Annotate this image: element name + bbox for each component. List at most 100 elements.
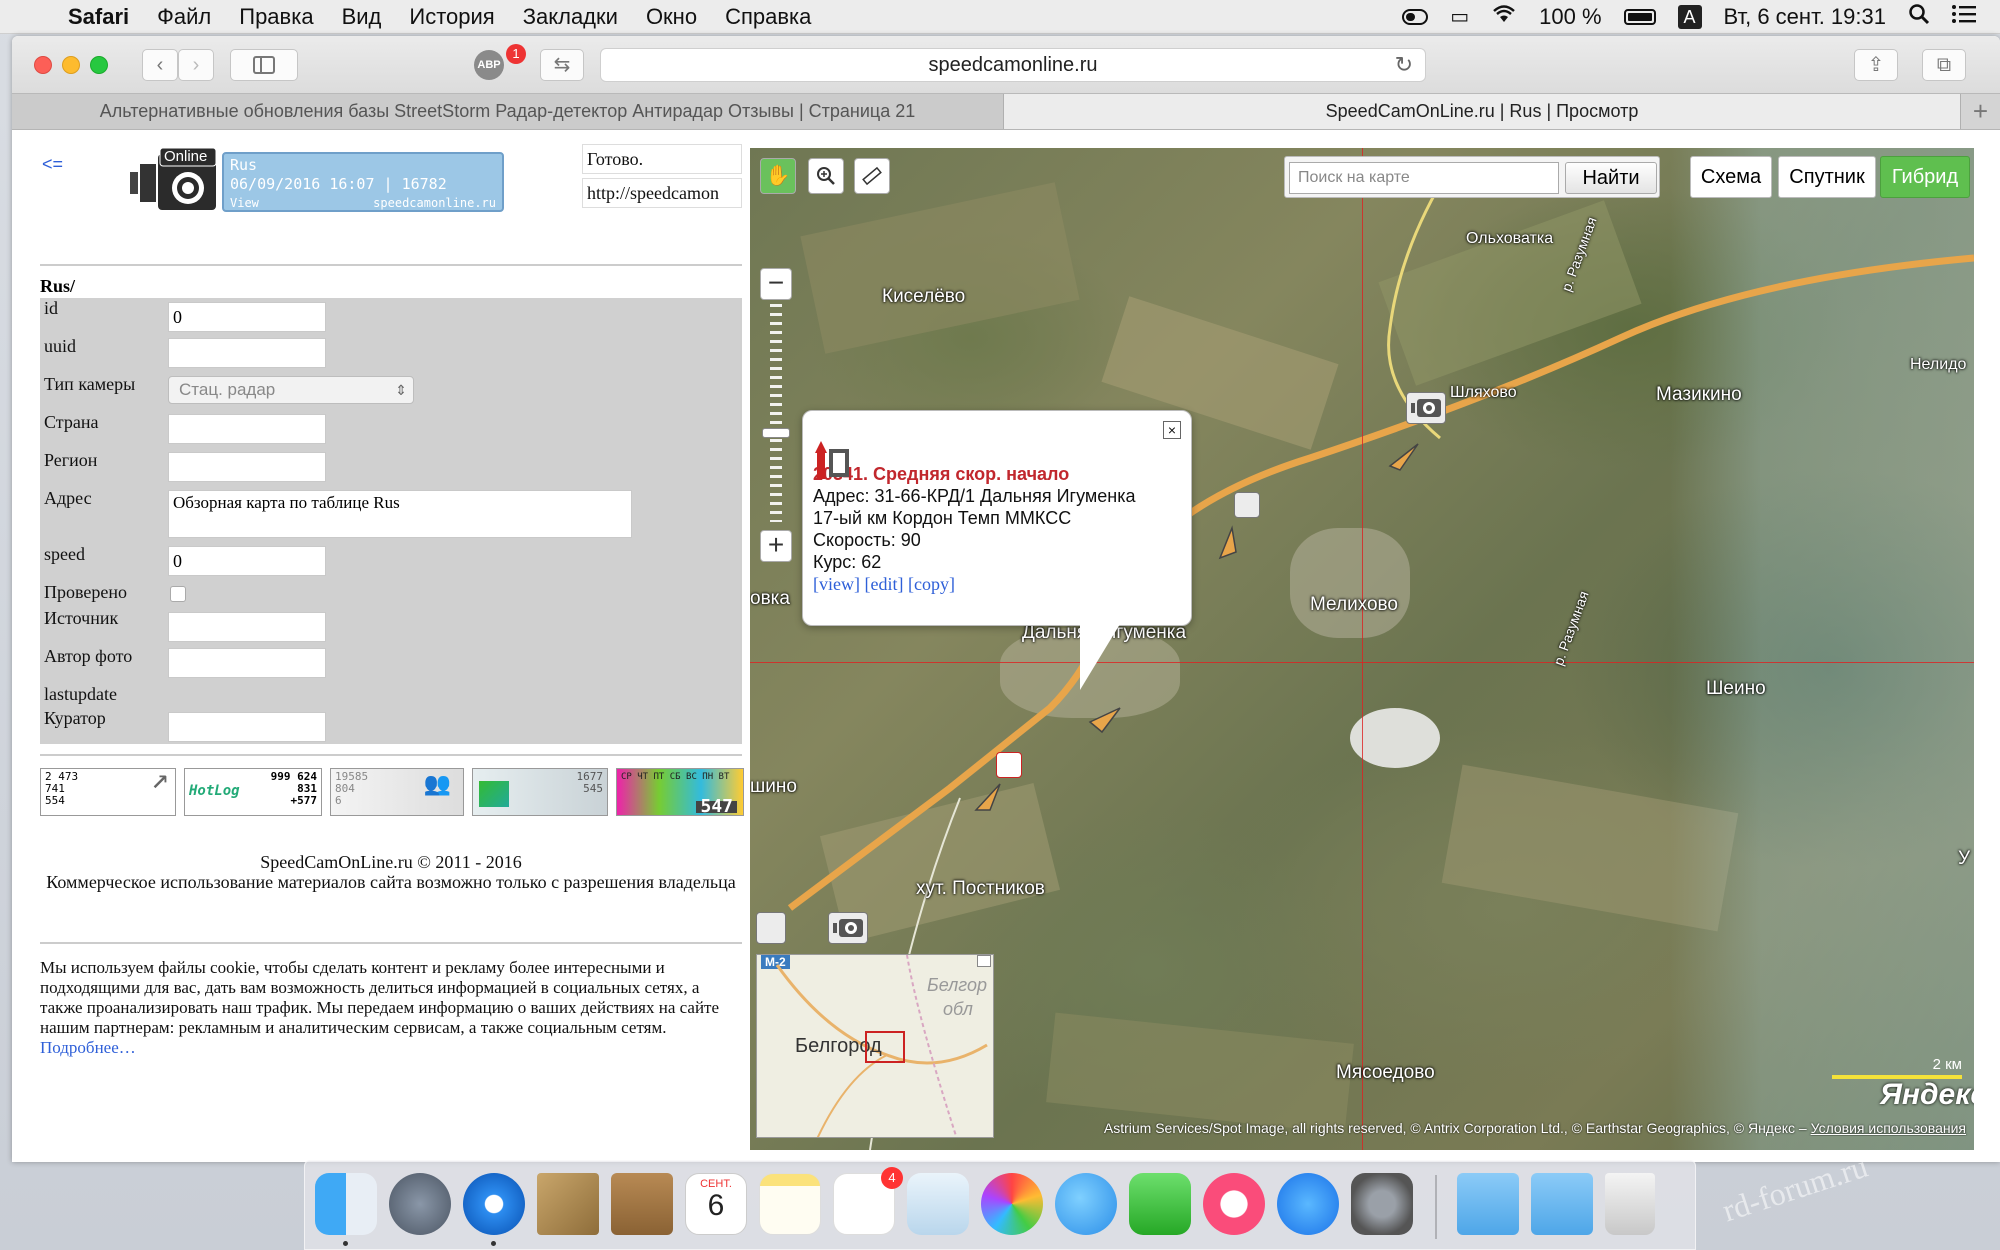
minimap-viewport-rect[interactable]	[865, 1031, 905, 1063]
menu-history[interactable]: История	[395, 4, 508, 30]
map-attribution: Astrium Services/Spot Image, all rights …	[1000, 1120, 1974, 1136]
site-logo[interactable]: Online Rus 06/09/2016 16:07 | 16782 View…	[130, 147, 506, 216]
contacts-icon[interactable]	[611, 1173, 673, 1235]
zoom-area-icon[interactable]	[808, 158, 844, 194]
map-type-scheme[interactable]: Схема	[1690, 156, 1772, 198]
ruler-icon[interactable]	[854, 158, 890, 194]
country-input[interactable]	[168, 414, 326, 444]
map-scale-text: 2 км	[1932, 1056, 1962, 1073]
menu-app-safari[interactable]: Safari	[54, 4, 143, 30]
notes-icon[interactable]	[759, 1173, 821, 1235]
popup-course: Курс: 62	[813, 552, 882, 572]
adblock-badge: 1	[506, 44, 526, 64]
itunes-icon[interactable]	[1203, 1173, 1265, 1235]
app-store-icon[interactable]	[1277, 1173, 1339, 1235]
input-source-icon[interactable]: A	[1677, 4, 1702, 29]
zoom-out-button[interactable]: −	[760, 268, 792, 300]
finder-icon[interactable]	[315, 1173, 377, 1235]
id-input[interactable]: 0	[168, 302, 326, 332]
counter-hotlog[interactable]: HotLog 999 624 831 +577	[184, 768, 322, 816]
forward-button[interactable]: ›	[178, 49, 214, 81]
back-link[interactable]: <=	[42, 154, 63, 175]
calendar-day: 6	[707, 1189, 725, 1222]
address-bar-text: speedcamonline.ru	[928, 54, 1098, 76]
new-tab-button[interactable]: +	[1960, 94, 2000, 129]
menu-window[interactable]: Окно	[632, 4, 711, 30]
counter-rambler[interactable]: 19585 804 6 👥	[330, 768, 464, 816]
popup-links[interactable]: [view] [edit] [copy]	[813, 573, 1181, 595]
menu-file[interactable]: Файл	[143, 4, 225, 30]
map-type-satellite[interactable]: Спутник	[1778, 156, 1876, 198]
mail-icon[interactable]	[537, 1173, 599, 1235]
minimap-collapse-icon[interactable]	[977, 955, 991, 967]
reload-icon[interactable]: ↻	[1395, 49, 1413, 81]
tabs-overview-icon[interactable]: ⧉	[1922, 49, 1966, 81]
url-field[interactable]: http://speedcamon	[582, 178, 742, 208]
share-icon[interactable]: ⇪	[1854, 49, 1898, 81]
address-textarea[interactable]: Обзорная карта по таблице Rus	[168, 490, 632, 538]
counter-yandex-metrika[interactable]: СР ЧТ ПТ СБ ВС ПН ВТ 547	[616, 768, 744, 816]
toggle-icon[interactable]	[1402, 8, 1429, 25]
airplay-icon[interactable]: ▭	[1450, 4, 1469, 29]
region-input[interactable]	[168, 452, 326, 482]
sidebar-toggle-button[interactable]	[230, 49, 298, 81]
tab-streetstorm[interactable]: Альтернативные обновления базы StreetSto…	[12, 94, 1004, 129]
preview-icon[interactable]	[907, 1173, 969, 1235]
map-search-input[interactable]: Поиск на карте	[1289, 162, 1559, 194]
map-type-hybrid[interactable]: Гибрид	[1880, 156, 1970, 198]
curator-input[interactable]	[168, 712, 326, 742]
applications-folder-icon[interactable]	[1531, 1173, 1593, 1235]
calendar-icon[interactable]: СЕНТ. 6	[685, 1173, 747, 1235]
menu-bar: Safari Файл Правка Вид История Закладки …	[0, 0, 2000, 34]
camera-type-select[interactable]: Стац. радар ⇕	[168, 376, 414, 404]
messages-icon[interactable]	[1055, 1173, 1117, 1235]
zoom-track[interactable]	[770, 304, 782, 522]
zoom-in-button[interactable]: +	[760, 530, 792, 562]
popup-title: 20341. Средняя скор. начало	[813, 464, 1070, 484]
checked-checkbox[interactable]	[170, 586, 186, 602]
photo-author-input[interactable]	[168, 648, 326, 678]
speed-input[interactable]: 0	[168, 546, 326, 576]
pan-hand-icon[interactable]: ✋	[760, 158, 796, 194]
counter-mail[interactable]: 1677 545	[472, 768, 608, 816]
camera-type-value: Стац. радар	[179, 380, 276, 399]
cookie-text: Мы используем файлы cookie, чтобы сделат…	[40, 958, 720, 1037]
spotlight-icon[interactable]	[1908, 3, 1930, 31]
counter-days: СР ЧТ ПТ СБ ВС ПН ВТ	[621, 772, 730, 782]
popup-close-button[interactable]: ×	[1163, 421, 1181, 439]
adblock-icon[interactable]: ABP	[474, 50, 504, 80]
uuid-input[interactable]	[168, 338, 326, 368]
launchpad-icon[interactable]	[389, 1173, 451, 1235]
clock[interactable]: Вт, 6 сент. 19:31	[1724, 4, 1886, 30]
menu-edit[interactable]: Правка	[225, 4, 327, 30]
menu-view[interactable]: Вид	[328, 4, 396, 30]
map-view[interactable]: Киселёво Ольховатка Шляхово Мазикино Нел…	[750, 148, 1974, 1150]
wifi-icon[interactable]	[1491, 4, 1517, 30]
system-preferences-icon[interactable]	[1351, 1173, 1413, 1235]
downloads-folder-icon[interactable]	[1457, 1173, 1519, 1235]
swap-icon[interactable]: ⇆	[540, 49, 584, 81]
cookie-more-link[interactable]: Подробнее…	[40, 1038, 136, 1057]
photos-icon[interactable]	[981, 1173, 1043, 1235]
back-button[interactable]: ‹	[142, 49, 178, 81]
zoom-window-button[interactable]	[90, 56, 108, 74]
map-terms-link[interactable]: Условия использования	[1811, 1120, 1966, 1136]
close-window-button[interactable]	[34, 56, 52, 74]
battery-icon[interactable]	[1623, 8, 1656, 25]
counter-liveinternet[interactable]: 2 473 741 554 ↗	[40, 768, 176, 816]
map-search-button[interactable]: Найти	[1565, 162, 1657, 194]
menu-bookmarks[interactable]: Закладки	[509, 4, 632, 30]
source-input[interactable]	[168, 612, 326, 642]
overview-minimap[interactable]: М-2 Белгород Белгор обл	[756, 954, 994, 1138]
address-bar[interactable]: speedcamonline.ru ↻	[600, 48, 1426, 82]
minimap-region-label-2: обл	[943, 999, 973, 1019]
menu-help[interactable]: Справка	[711, 4, 825, 30]
trash-icon[interactable]	[1605, 1173, 1655, 1235]
minimize-window-button[interactable]	[62, 56, 80, 74]
popup-tail	[1080, 624, 1120, 690]
safari-icon[interactable]	[463, 1173, 525, 1235]
tab-speedcamonline[interactable]: SpeedCamOnLine.ru | Rus | Просмотр	[1004, 94, 1960, 129]
zoom-slider-handle[interactable]	[762, 428, 790, 438]
notification-center-icon[interactable]	[1952, 4, 1976, 30]
facetime-icon[interactable]	[1129, 1173, 1191, 1235]
